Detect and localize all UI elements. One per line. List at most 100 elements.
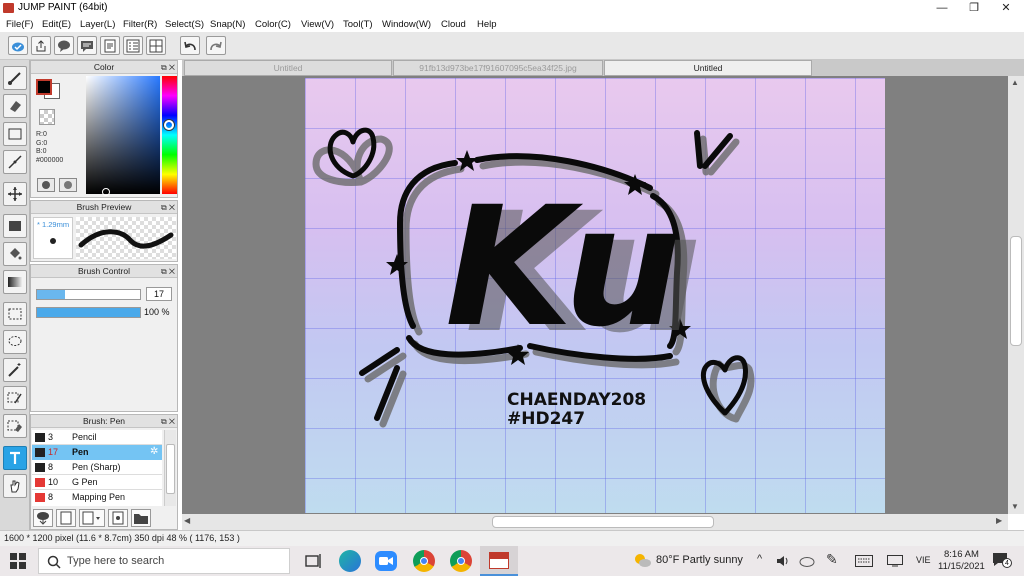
brush-list-scrollbar[interactable] [164, 430, 176, 506]
vertical-scrollbar[interactable]: ▲ ▼ [1008, 76, 1024, 514]
chrome-browser-icon[interactable] [413, 550, 435, 572]
color-picker-button[interactable] [59, 178, 77, 192]
cloud-sync-button[interactable] [8, 36, 28, 55]
menu-cloud[interactable]: Cloud [441, 19, 466, 30]
menu-layer[interactable]: Layer(L) [80, 19, 115, 30]
marquee-tool[interactable] [3, 302, 27, 326]
start-button[interactable] [10, 553, 26, 571]
language-indicator[interactable]: VIE [916, 555, 931, 565]
undo-button[interactable] [180, 36, 200, 55]
comment-button[interactable] [54, 36, 74, 55]
brush-item-pen-sharp[interactable]: 8 Pen (Sharp) [32, 460, 162, 475]
keyboard-icon[interactable] [855, 555, 873, 567]
grid-button[interactable] [146, 36, 166, 55]
weather-icon[interactable] [632, 552, 652, 568]
screen-icon[interactable] [887, 555, 903, 567]
foreground-color-swatch[interactable] [36, 79, 52, 95]
brush-size-input[interactable]: 17 [146, 287, 172, 301]
gradient-tool[interactable] [3, 270, 27, 294]
tray-chevron-icon[interactable]: ^ [757, 553, 762, 565]
scroll-up-arrow-icon[interactable]: ▲ [1011, 78, 1019, 87]
menu-snap[interactable]: Snap(N) [210, 19, 245, 30]
artboard[interactable]: Ku Ku CHAENDAY208 #HD247 [305, 78, 885, 513]
redo-button[interactable] [206, 36, 226, 55]
hue-slider[interactable] [162, 76, 177, 194]
panel-controls[interactable]: ⧉ ✕ [161, 266, 175, 278]
sv-cursor[interactable] [102, 188, 110, 196]
bucket-tool[interactable] [3, 242, 27, 266]
minimize-button[interactable]: — [926, 0, 958, 16]
menu-tool[interactable]: Tool(T) [343, 19, 373, 30]
brush-settings-button[interactable] [108, 509, 128, 527]
color-wheel-button[interactable] [37, 178, 55, 192]
transparent-swatch[interactable] [39, 109, 55, 125]
jump-paint-taskbar-button[interactable] [480, 546, 518, 576]
select-eraser-tool[interactable] [3, 414, 27, 438]
menu-help[interactable]: Help [477, 19, 497, 30]
brush-tool[interactable] [3, 66, 27, 90]
list-button[interactable] [123, 36, 143, 55]
edge-browser-icon[interactable] [339, 550, 361, 572]
eraser-tool[interactable] [3, 94, 27, 118]
tab-untitled-1[interactable]: Untitled [184, 60, 392, 76]
taskbar-search-box[interactable]: Type here to search [38, 548, 290, 574]
page-button[interactable] [100, 36, 120, 55]
weather-text[interactable]: 80°F Partly sunny [656, 554, 743, 566]
menu-view[interactable]: View(V) [301, 19, 334, 30]
share-button[interactable] [31, 36, 51, 55]
brush-size-slider[interactable] [36, 289, 141, 300]
panel-controls[interactable]: ⧉ ✕ [161, 416, 175, 428]
restore-button[interactable]: ❐ [958, 0, 990, 16]
horizontal-scrollbar[interactable]: ◀ ▶ [182, 514, 1008, 530]
menu-edit[interactable]: Edit(E) [42, 19, 71, 30]
tab-image-file[interactable]: 91fb13d973be17f91607095c5ea34f25.jpg [393, 60, 603, 76]
brush-list-scroll-thumb[interactable] [166, 444, 175, 494]
fill-rect-tool[interactable] [3, 214, 27, 238]
saturation-value-picker[interactable] [86, 76, 160, 196]
speaker-icon[interactable] [775, 554, 789, 568]
horizontal-scroll-thumb[interactable] [492, 516, 714, 528]
hue-cursor[interactable] [164, 120, 174, 130]
hand-tool[interactable] [3, 474, 27, 498]
menu-color[interactable]: Color(C) [255, 19, 291, 30]
brush-menu-button[interactable] [79, 509, 105, 527]
line-tool[interactable] [3, 150, 27, 174]
task-view-button[interactable] [304, 552, 322, 572]
menu-filter[interactable]: Filter(R) [123, 19, 157, 30]
menu-select[interactable]: Select(S) [165, 19, 204, 30]
select-rect-tool[interactable] [3, 122, 27, 146]
move-tool[interactable] [3, 182, 27, 206]
panel-controls[interactable]: ⧉ ✕ [161, 202, 175, 214]
clock-date[interactable]: 11/15/2021 [938, 561, 985, 572]
brush-opacity-slider[interactable] [36, 307, 141, 318]
chat-button[interactable] [77, 36, 97, 55]
brush-folder-button[interactable] [131, 509, 151, 527]
menu-window[interactable]: Window(W) [382, 19, 431, 30]
select-pen-tool[interactable] [3, 386, 27, 410]
magic-wand-tool[interactable] [3, 358, 27, 382]
page-settings-icon [112, 511, 124, 525]
chrome-profile-icon[interactable] [450, 550, 472, 572]
new-brush-button[interactable] [56, 509, 76, 527]
notification-button[interactable]: 4 [992, 552, 1012, 568]
lasso-tool[interactable] [3, 330, 27, 354]
vertical-scroll-thumb[interactable] [1010, 236, 1022, 346]
text-tool[interactable] [3, 446, 27, 470]
brush-cloud-button[interactable] [33, 509, 53, 527]
pen-workspace-icon[interactable]: ✎ [826, 551, 838, 568]
zoom-app-icon[interactable] [375, 551, 397, 571]
scroll-down-arrow-icon[interactable]: ▼ [1011, 502, 1019, 511]
scroll-left-arrow-icon[interactable]: ◀ [184, 516, 190, 525]
brush-item-pencil[interactable]: 3 Pencil [32, 430, 162, 445]
brush-item-mapping-pen[interactable]: 8 Mapping Pen [32, 490, 162, 505]
cloud-tray-icon[interactable] [799, 554, 815, 568]
brush-item-pen[interactable]: 17 Pen ✲ [32, 445, 162, 460]
clock-time[interactable]: 8:16 AM [944, 549, 979, 560]
menu-file[interactable]: File(F) [6, 19, 33, 30]
scroll-right-arrow-icon[interactable]: ▶ [996, 516, 1002, 525]
settings-gear-icon[interactable]: ✲ [150, 446, 158, 457]
panel-controls[interactable]: ⧉ ✕ [161, 62, 175, 74]
brush-item-g-pen[interactable]: 10 G Pen [32, 475, 162, 490]
close-button[interactable]: ✕ [990, 0, 1022, 16]
tab-untitled-2[interactable]: Untitled [604, 60, 812, 76]
